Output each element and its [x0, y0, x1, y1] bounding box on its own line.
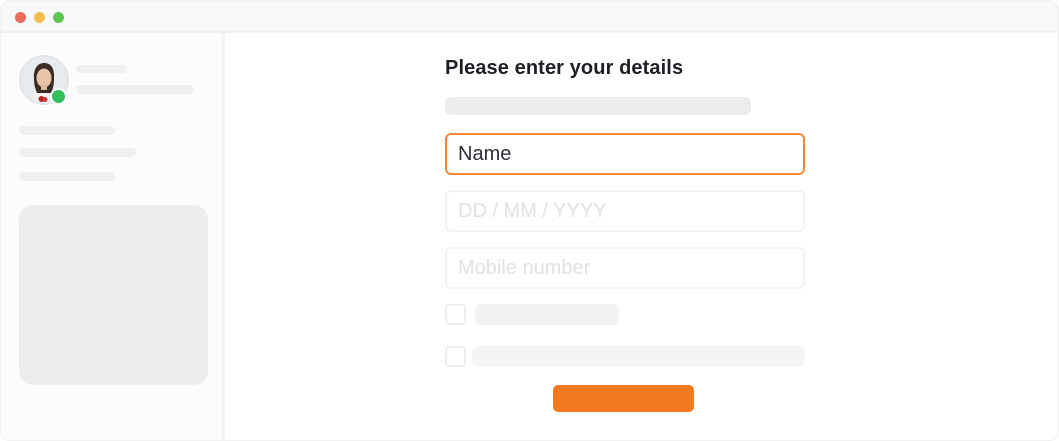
app-window: Please enter your details [0, 0, 1059, 441]
form-title: Please enter your details [445, 57, 684, 79]
consent-checkbox[interactable] [445, 304, 466, 325]
name-field[interactable] [445, 133, 805, 175]
submit-button[interactable] [553, 385, 694, 412]
sidebar-item-placeholder[interactable] [19, 172, 115, 181]
profile-name-placeholder [76, 65, 127, 73]
profile-subtitle-placeholder [76, 85, 194, 94]
title-bar [1, 1, 1058, 33]
form-subtitle-placeholder [445, 97, 751, 115]
sidebar-item-placeholder[interactable] [19, 126, 115, 135]
date-of-birth-field[interactable] [445, 190, 805, 232]
sidebar [1, 33, 225, 440]
sidebar-item-placeholder[interactable] [19, 148, 136, 157]
close-window-button[interactable] [15, 12, 26, 23]
sidebar-card-placeholder [19, 205, 208, 385]
minimize-window-button[interactable] [34, 12, 45, 23]
main-content: Please enter your details [225, 33, 1058, 440]
online-status-icon [50, 88, 67, 105]
maximize-window-button[interactable] [53, 12, 64, 23]
terms-checkbox[interactable] [445, 346, 466, 367]
checkbox-label-placeholder [475, 304, 619, 325]
checkbox-label-placeholder [472, 346, 805, 367]
mobile-number-field[interactable] [445, 247, 805, 289]
